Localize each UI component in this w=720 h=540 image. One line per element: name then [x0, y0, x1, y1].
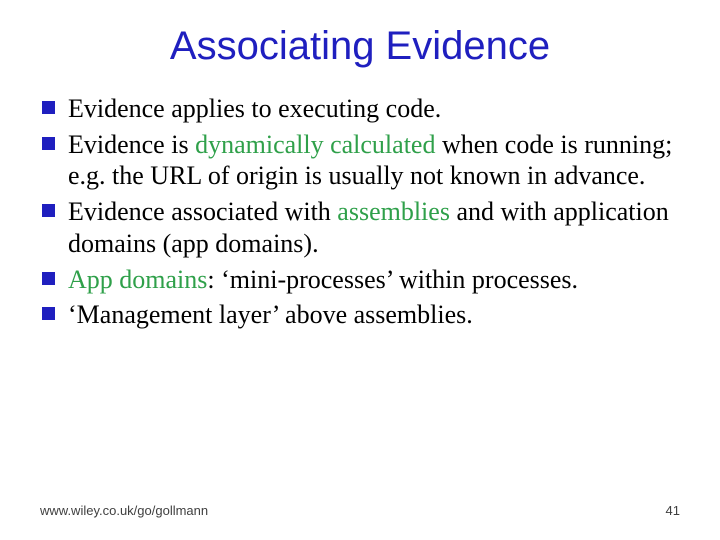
bullet-text-pre: Evidence associated with — [68, 197, 337, 226]
bullet-text-pre: Evidence is — [68, 130, 195, 159]
bullet-item: Evidence is dynamically calculated when … — [40, 129, 680, 192]
slide-title: Associating Evidence — [0, 0, 720, 81]
bullet-text-pre: Evidence applies to executing code. — [68, 94, 441, 123]
bullet-key: assemblies — [337, 197, 450, 226]
footer-page-number: 41 — [666, 503, 680, 518]
bullet-item: ‘Management layer’ above assemblies. — [40, 299, 680, 331]
slide-footer: www.wiley.co.uk/go/gollmann 41 — [40, 503, 680, 518]
bullet-item: Evidence associated with assemblies and … — [40, 196, 680, 259]
bullet-item: App domains: ‘mini-processes’ within pro… — [40, 264, 680, 296]
bullet-text-post: : ‘mini-processes’ within processes. — [207, 265, 578, 294]
bullet-text-pre: ‘Management layer’ above assemblies. — [68, 300, 473, 329]
bullet-key: App domains — [68, 265, 207, 294]
footer-url: www.wiley.co.uk/go/gollmann — [40, 503, 208, 518]
bullet-list: Evidence applies to executing code. Evid… — [40, 93, 680, 331]
bullet-item: Evidence applies to executing code. — [40, 93, 680, 125]
bullet-key: dynamically calculated — [195, 130, 435, 159]
slide-body: Evidence applies to executing code. Evid… — [0, 81, 720, 331]
